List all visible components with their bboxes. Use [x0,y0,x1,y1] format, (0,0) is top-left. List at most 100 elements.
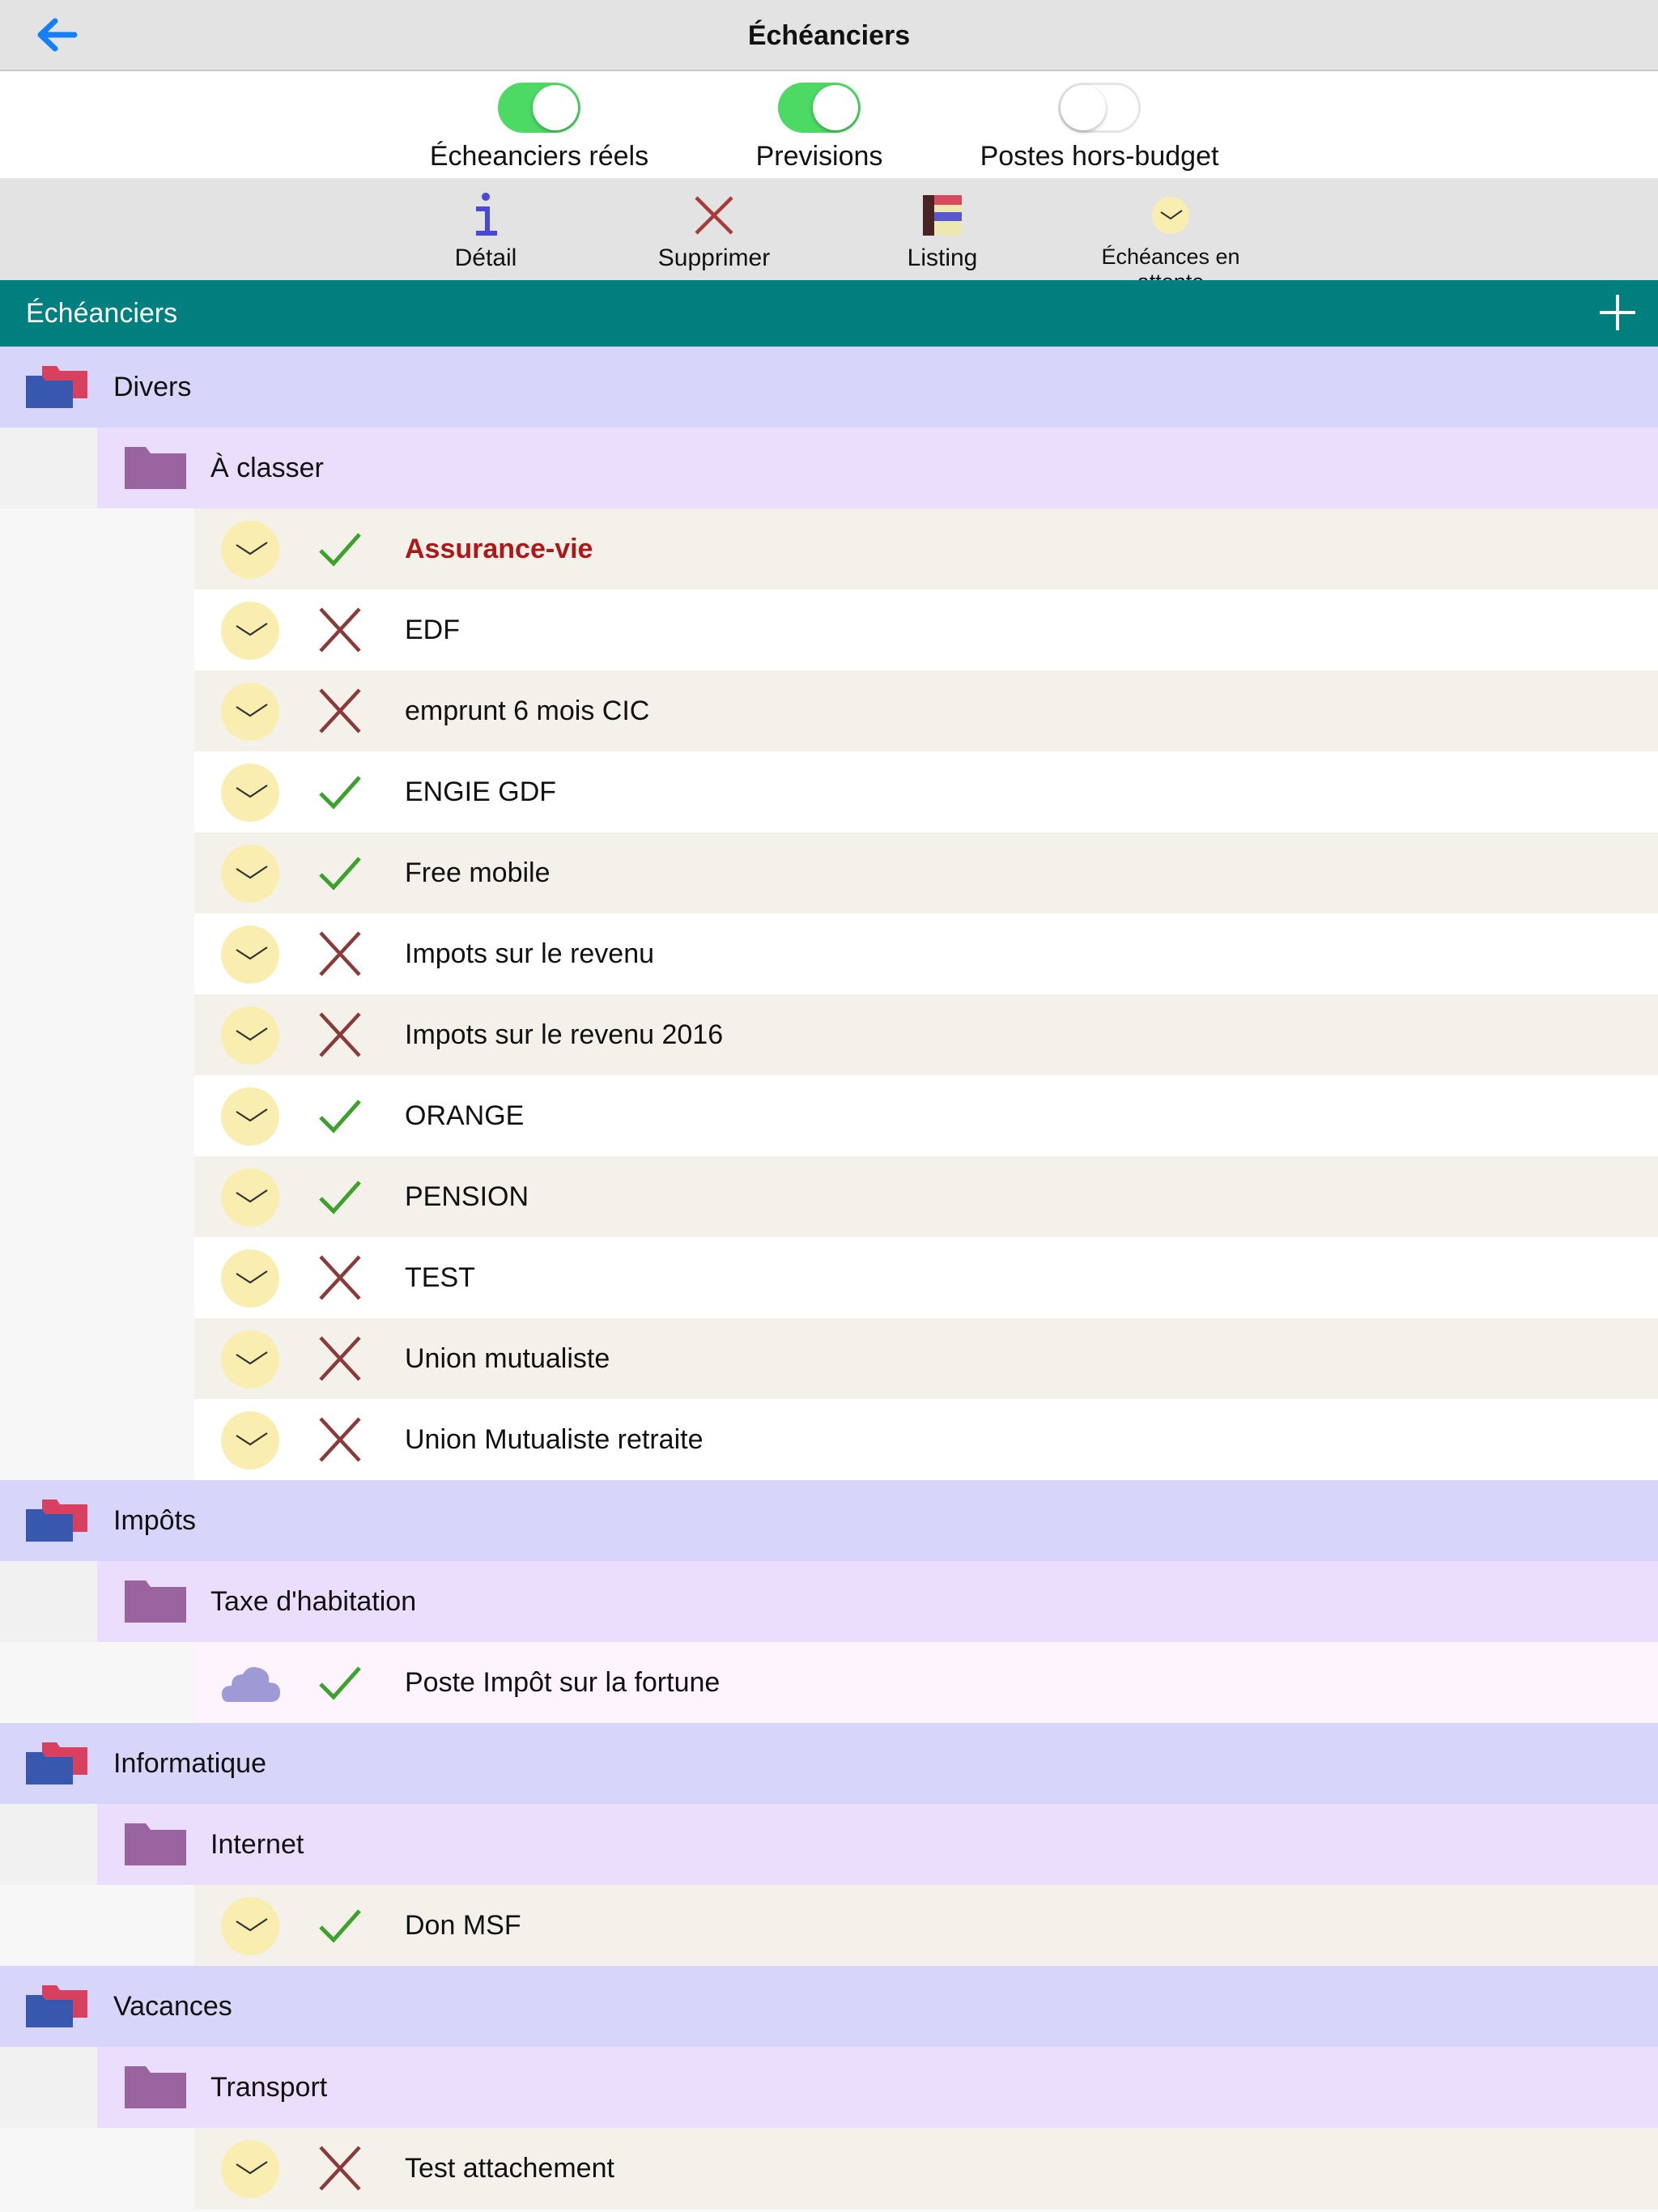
subcategory-row[interactable]: Transport [0,2047,1658,2128]
clock-icon [221,1168,279,1227]
delete-label: Supprimer [657,245,771,271]
schedule-label: TEST [405,1262,475,1293]
schedule-row[interactable]: Union Mutualiste retraite [0,1399,1658,1480]
listing-label: Listing [907,245,978,271]
schedule-row[interactable]: Don MSF [0,1885,1658,1966]
schedule-label: ENGIE GDF [405,776,557,807]
real-schedules-switch[interactable] [498,83,580,133]
category-folder-icon [26,1742,87,1784]
category-row[interactable]: Impôts [0,1480,1658,1561]
schedule-row[interactable]: Impots sur le revenu 2016 [0,994,1658,1075]
category-label: Vacances [113,1991,232,2022]
clock-icon [221,521,279,579]
info-icon [476,193,497,236]
clock-icon [221,1330,279,1389]
schedule-row[interactable]: Union mutualiste [0,1318,1658,1399]
cross-icon[interactable] [316,1010,364,1059]
schedule-row[interactable]: ENGIE GDF [0,751,1658,832]
cross-icon[interactable] [316,1415,364,1464]
schedule-label: EDF [405,615,460,645]
action-toolbar: Détail Supprimer Listing Échéances en [0,178,1658,294]
category-row[interactable]: Informatique [0,1723,1658,1804]
cross-icon[interactable] [316,2144,364,2193]
clock-icon [221,1249,279,1308]
schedule-cell: EDF [194,589,1658,670]
subcategory-folder-icon [125,1823,186,1865]
schedule-cell: Impots sur le revenu 2016 [194,994,1658,1075]
clock-icon [1152,197,1189,234]
schedule-row[interactable]: emprunt 6 mois CIC [0,670,1658,751]
schedule-row[interactable]: ORANGE [0,1075,1658,1156]
cloud-icon [222,1667,280,1702]
check-icon[interactable] [316,768,364,816]
check-icon[interactable] [316,1658,364,1707]
page-title: Échéanciers [747,20,911,51]
schedule-row[interactable]: PENSION [0,1156,1658,1237]
schedule-label: ORANGE [405,1100,525,1131]
section-title: Échéanciers [26,298,178,329]
check-icon[interactable] [316,1901,364,1950]
schedule-list: Divers À classer Assurance-vie EDF empru… [0,347,1658,2209]
schedule-label: Assurance-vie [405,534,593,564]
listing-icon [923,195,962,236]
clock-icon [221,1087,279,1146]
schedule-cell: Union Mutualiste retraite [194,1399,1658,1480]
subcategory-label: Taxe d'habitation [210,1586,417,1617]
category-label: Informatique [113,1748,266,1779]
switch-knob [1061,85,1106,130]
plus-icon[interactable] [1596,291,1639,334]
schedule-label: Free mobile [405,857,551,888]
off-budget-switch[interactable] [1058,83,1141,133]
cross-icon[interactable] [316,929,364,978]
check-icon[interactable] [316,525,364,573]
detail-label: Détail [454,245,517,271]
category-row[interactable]: Vacances [0,1966,1658,2047]
schedule-row[interactable]: TEST [0,1237,1658,1318]
check-icon[interactable] [316,1172,364,1221]
schedule-row[interactable]: EDF [0,589,1658,670]
schedule-cell: ORANGE [194,1075,1658,1156]
switch-knob [813,85,858,130]
schedule-cell: emprunt 6 mois CIC [194,670,1658,751]
navigation-bar: Échéanciers [0,0,1658,71]
back-arrow-icon[interactable] [32,15,81,55]
subcategory-row[interactable]: À classer [0,428,1658,508]
category-row[interactable]: Divers [0,347,1658,428]
category-folder-icon [26,1985,87,2027]
forecasts-switch[interactable] [778,83,861,133]
clock-icon [221,764,279,822]
subcategory-folder-icon [125,1580,186,1623]
clock-icon [221,1006,279,1065]
toggle-label: Écheanciers réels [429,141,649,172]
schedule-cell: TEST [194,1237,1658,1318]
schedule-row[interactable]: Poste Impôt sur la fortune [0,1642,1658,1723]
toggle-label: Previsions [755,141,883,172]
schedule-label: Impots sur le revenu [405,938,655,969]
listing-button[interactable]: Listing [837,191,1048,272]
check-icon[interactable] [316,1091,364,1140]
check-icon[interactable] [316,849,364,897]
schedule-row[interactable]: Impots sur le revenu [0,913,1658,994]
switch-knob [533,85,578,130]
schedule-label: Union Mutualiste retraite [405,1424,704,1455]
schedule-row[interactable]: Test attachement [0,2128,1658,2209]
filter-toggle-bar: Écheanciers réels Previsions Postes hors… [0,71,1658,178]
cross-icon[interactable] [316,1334,364,1383]
delete-button[interactable]: Supprimer [609,191,819,272]
detail-button[interactable]: Détail [380,191,591,272]
subcategory-cell: Internet [97,1804,1658,1885]
subcategory-row[interactable]: Taxe d'habitation [0,1561,1658,1642]
subcategory-folder-icon [125,2066,186,2108]
clock-icon [221,925,279,984]
subcategory-row[interactable]: Internet [0,1804,1658,1885]
schedule-cell: Test attachement [194,2128,1658,2209]
schedule-row[interactable]: Free mobile [0,832,1658,913]
cross-icon[interactable] [316,687,364,735]
cross-icon[interactable] [316,606,364,654]
pending-due-button[interactable]: Échéances en attente [1065,191,1276,295]
subcategory-label: Transport [210,2072,328,2103]
schedule-label: emprunt 6 mois CIC [405,696,650,726]
cross-icon[interactable] [316,1253,364,1302]
schedule-row[interactable]: Assurance-vie [0,508,1658,589]
toggle-label: Postes hors-budget [980,141,1219,172]
